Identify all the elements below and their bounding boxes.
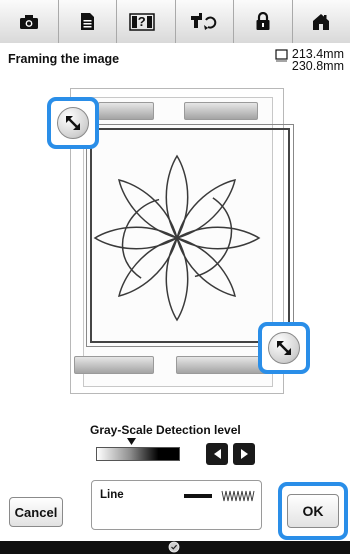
camera-icon	[19, 14, 38, 29]
clock-icon	[168, 541, 180, 553]
grayscale-label: Gray-Scale Detection level	[90, 423, 241, 437]
help-glyph: ?	[137, 14, 146, 29]
grayscale-marker-icon	[126, 438, 136, 445]
diagonal-resize-icon	[66, 116, 80, 130]
document-icon	[80, 13, 94, 30]
camera-button[interactable]	[0, 0, 59, 43]
cancel-button[interactable]: Cancel	[9, 497, 63, 527]
top-magnet-right	[184, 102, 258, 120]
triangle-right-icon	[240, 449, 248, 459]
drag-knob	[268, 332, 300, 364]
machine-thread-button[interactable]	[175, 0, 234, 43]
ok-highlight: OK	[278, 482, 348, 540]
bottom-magnet-right	[176, 356, 268, 374]
line-setting-panel[interactable]: Line	[91, 480, 262, 530]
document-button[interactable]	[58, 0, 117, 43]
grayscale-level-bar	[96, 447, 180, 461]
line-label: Line	[100, 489, 124, 501]
home-button[interactable]	[292, 0, 350, 43]
triangle-left-icon	[213, 449, 221, 459]
size-height: 230.8mm	[291, 59, 344, 73]
drag-knob	[57, 107, 89, 139]
size-icon	[275, 49, 288, 62]
grayscale-decrease-button[interactable]	[206, 443, 228, 465]
line-style-sample-icon	[184, 490, 255, 502]
frame-handle-top-left[interactable]	[47, 97, 99, 149]
home-icon	[313, 13, 330, 30]
lock-icon	[256, 12, 270, 30]
ok-button[interactable]: OK	[287, 494, 339, 528]
machine-thread-icon	[191, 12, 217, 30]
image-size-readout: 213.4mm 230.8mm	[275, 48, 344, 72]
grayscale-increase-button[interactable]	[233, 443, 255, 465]
lock-button[interactable]	[234, 0, 293, 43]
quilt-flower-design	[93, 154, 261, 322]
bottom-magnet-left	[74, 356, 154, 374]
frame-handle-bottom-right[interactable]	[258, 322, 310, 374]
help-button[interactable]: ?	[117, 0, 176, 43]
diagonal-resize-icon	[277, 341, 291, 355]
page-title: Framing the image	[8, 52, 120, 66]
status-bar	[0, 541, 350, 554]
top-magnet-left	[98, 102, 154, 120]
top-toolbar: ?	[0, 0, 350, 43]
